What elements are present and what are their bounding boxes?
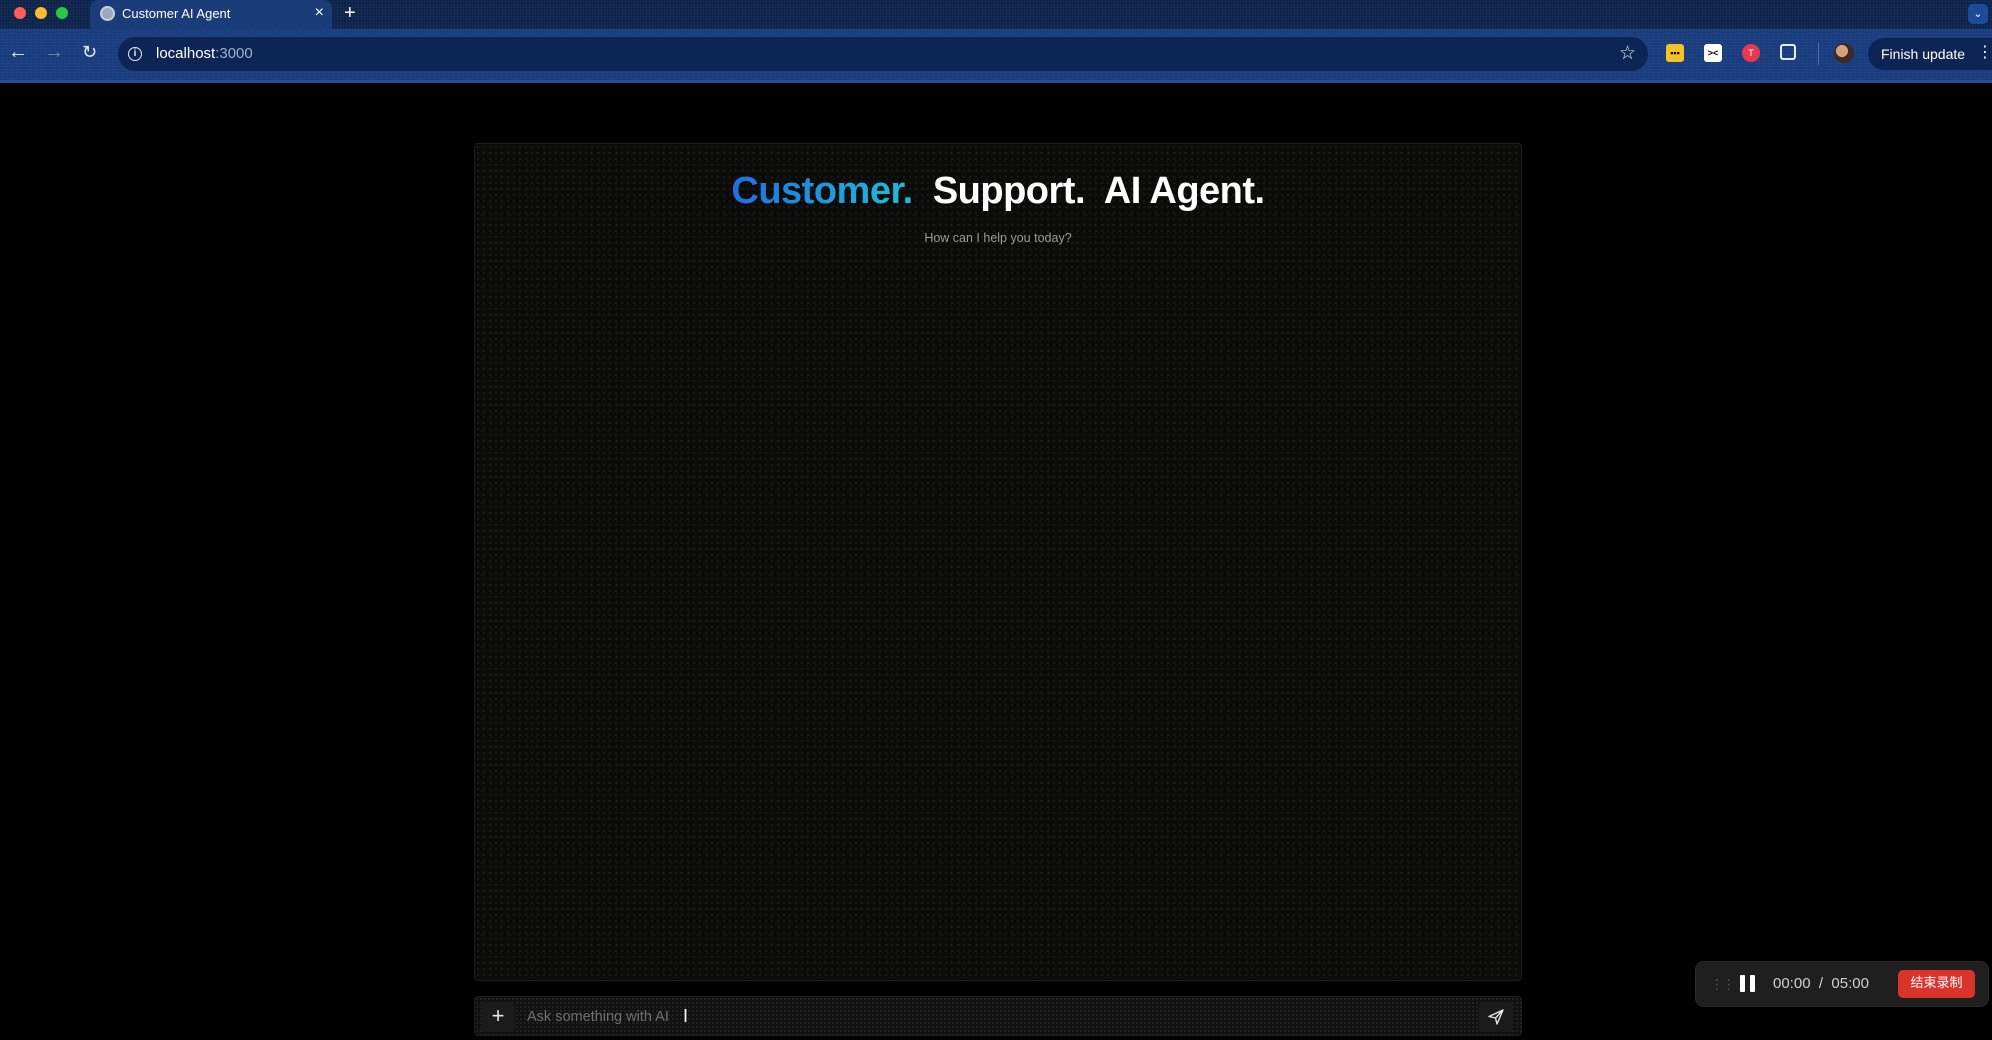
drag-handle-icon[interactable]: ⋮⋮ <box>1710 975 1736 993</box>
site-info-icon[interactable]: i <box>128 47 142 61</box>
browser-tab-active[interactable]: Customer AI Agent × <box>90 0 332 29</box>
elapsed-time: 00:00 <box>1773 975 1811 992</box>
tab-search-chevron-icon[interactable]: ⌄ <box>1968 4 1988 24</box>
pause-icon[interactable] <box>1740 975 1756 992</box>
timer-separator: / <box>1818 975 1824 992</box>
maximize-window-button[interactable] <box>56 7 68 19</box>
extension-notes-icon[interactable]: ▪▪▪ <box>1666 44 1684 62</box>
finish-update-button[interactable]: Finish update <box>1868 38 1992 70</box>
tab-close-icon[interactable]: × <box>315 4 324 22</box>
time-limit: 05:00 <box>1831 975 1869 992</box>
text-cursor-icon: I <box>683 1006 689 1026</box>
tab-title: Customer AI Agent <box>122 6 231 21</box>
forward-arrow-icon[interactable]: → <box>44 42 64 62</box>
page-subtitle: How can I help you today? <box>924 231 1072 245</box>
chat-panel: Customer. Support. AI Agent. How can I h… <box>474 143 1522 981</box>
back-arrow-icon[interactable]: ← <box>8 42 28 62</box>
headline-word-customer: Customer. <box>731 170 913 212</box>
profile-avatar[interactable] <box>1834 43 1854 63</box>
recording-timer: 00:00 / 05:00 <box>1773 975 1869 992</box>
new-tab-button[interactable]: + <box>344 2 356 24</box>
close-window-button[interactable] <box>14 7 26 19</box>
browser-toolbar: ← → ↻ i localhost:3000 ☆ ▪▪▪ >< T Finish… <box>0 29 1992 83</box>
toolbar-divider <box>1818 43 1819 65</box>
extension-code-icon[interactable]: >< <box>1704 44 1722 62</box>
page-title: Customer. Support. AI Agent. <box>475 170 1521 213</box>
url-port: :3000 <box>215 45 253 62</box>
extension-t-icon[interactable]: T <box>1742 44 1760 62</box>
chat-input[interactable] <box>525 1002 1425 1032</box>
url-text[interactable]: localhost:3000 <box>156 45 253 62</box>
stop-recording-button[interactable]: 结束录制 <box>1898 970 1975 998</box>
extensions-puzzle-icon[interactable] <box>1780 44 1796 60</box>
reload-icon[interactable]: ↻ <box>82 42 97 62</box>
page-content: Customer. Support. AI Agent. How can I h… <box>0 83 1992 1040</box>
screen-recorder-widget: ⋮⋮ 00:00 / 05:00 结束录制 <box>1696 962 1988 1006</box>
minimize-window-button[interactable] <box>35 7 47 19</box>
more-menu-icon[interactable]: ⋮ <box>1977 43 1992 63</box>
send-button[interactable] <box>1479 1002 1513 1032</box>
headline-word-support: Support. <box>932 170 1086 212</box>
headline-word-ai-agent: AI Agent. <box>1103 170 1265 212</box>
url-host: localhost <box>156 45 216 62</box>
attach-plus-button[interactable]: + <box>481 1002 515 1032</box>
address-bar[interactable]: i localhost:3000 ☆ <box>118 37 1648 71</box>
bookmark-star-icon[interactable]: ☆ <box>1619 42 1636 65</box>
browser-tab-bar: Customer AI Agent × + ⌄ <box>0 0 1992 29</box>
chat-input-bar: + I <box>474 996 1522 1036</box>
globe-icon <box>100 6 115 21</box>
send-icon <box>1488 1009 1504 1025</box>
